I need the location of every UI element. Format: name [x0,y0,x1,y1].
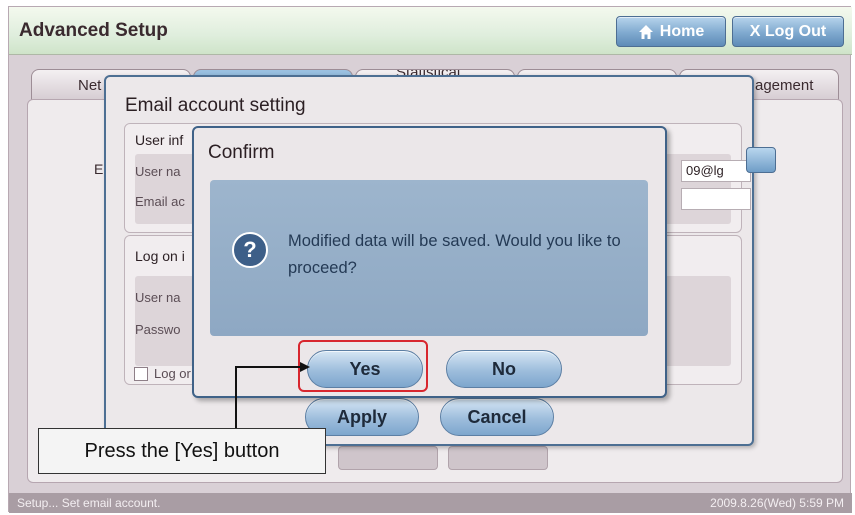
callout-box: Press the [Yes] button [38,428,326,474]
